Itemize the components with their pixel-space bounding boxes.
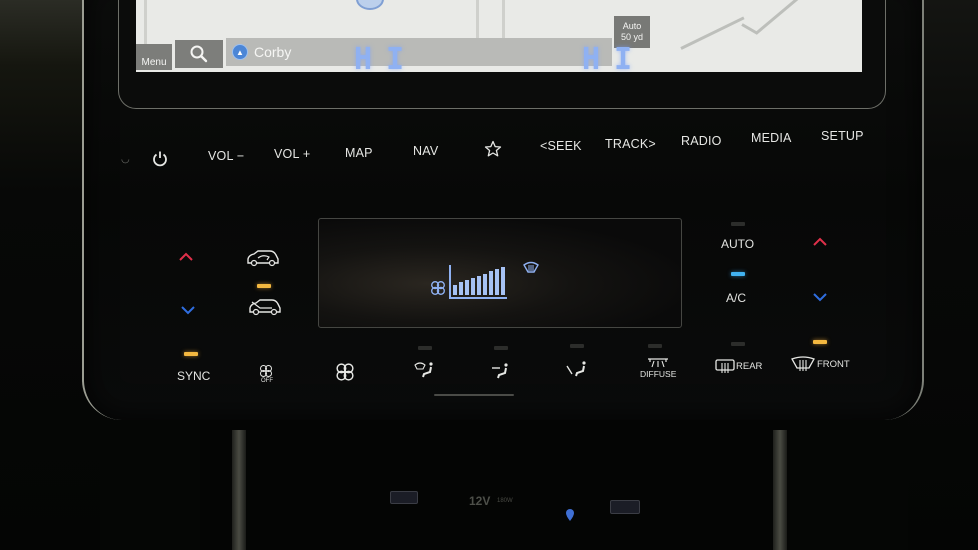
chevron-down-icon [813, 293, 827, 302]
fan-speed-segment [495, 269, 499, 295]
vol-up-button[interactable]: VOL + [274, 147, 310, 161]
fan-speed-segment [471, 278, 475, 295]
auto-indicator [731, 222, 745, 226]
seek-back-button[interactable]: <SEEK [540, 139, 582, 153]
fan-speed-icon [431, 281, 445, 295]
diffuse-label: DIFFUSE [640, 369, 677, 379]
nav-button[interactable]: NAV [413, 144, 438, 158]
diffuse-button[interactable]: DIFFUSE [640, 357, 676, 379]
sync-indicator [184, 352, 198, 356]
lower-console [200, 420, 790, 550]
radio-button[interactable]: RADIO [681, 134, 722, 148]
destination-name: Corby [254, 44, 292, 60]
driver-temp-up-button[interactable] [178, 252, 194, 262]
usb-c-port[interactable] [610, 500, 640, 514]
media-button[interactable]: MEDIA [751, 131, 792, 145]
search-button[interactable] [175, 40, 223, 68]
passenger-temp-up-button[interactable] [812, 237, 828, 247]
mode-indicator [494, 346, 508, 350]
menu-button[interactable]: Menu [136, 44, 172, 70]
power-icon [153, 151, 167, 167]
driver-temp-readout: HI [354, 42, 419, 77]
usb-port[interactable] [390, 491, 418, 504]
wireless-charging-icon [566, 509, 574, 521]
diffuse-indicator [648, 344, 662, 348]
map-route [680, 16, 745, 50]
mode-indicator [418, 346, 432, 350]
ambient-light-sensor-icon: ◡ [121, 154, 130, 165]
track-forward-button[interactable]: TRACK> [605, 137, 656, 151]
console-pillar [773, 430, 787, 550]
fan-speed-segment [465, 280, 469, 295]
fan-speed-segment [459, 282, 463, 295]
rear-defrost-button[interactable]: REAR [715, 358, 762, 374]
map-button[interactable]: MAP [345, 146, 373, 160]
ac-button[interactable]: A/C [726, 291, 746, 305]
windshield-floor-mode-button[interactable] [414, 361, 436, 379]
rear-defrost-icon [715, 359, 735, 373]
recirculation-indicator [257, 284, 271, 288]
chevron-up-icon [813, 237, 827, 246]
fan-speed-button[interactable] [335, 362, 355, 382]
passenger-temp-down-button[interactable] [812, 292, 828, 302]
recirculation-button[interactable] [246, 249, 280, 267]
face-vent-icon [492, 363, 508, 379]
chevron-up-icon [179, 252, 193, 261]
front-defrost-icon [791, 356, 815, 371]
sync-button[interactable]: SYNC [177, 369, 210, 383]
fresh-air-button[interactable] [248, 298, 282, 316]
power-outlet-label: 12V [469, 494, 491, 508]
map-road [144, 0, 147, 45]
rear-defrost-indicator [731, 342, 745, 346]
front-defrost-button[interactable]: FRONT [790, 356, 850, 372]
map-position-marker [356, 0, 384, 10]
fan-speed-segment [453, 284, 457, 295]
power-rating-label: 180W [497, 498, 513, 504]
setup-button[interactable]: SETUP [821, 129, 864, 143]
face-mode-button[interactable] [491, 362, 511, 380]
favorite-button[interactable] [484, 140, 502, 158]
map-route [755, 0, 803, 35]
windshield-floor-vent-icon [414, 362, 433, 378]
auto-button[interactable]: AUTO [721, 237, 754, 251]
chevron-down-icon [181, 306, 195, 315]
front-defrost-indicator [813, 340, 827, 344]
fresh-air-icon [249, 299, 281, 316]
passenger-temp-readout: HI [582, 42, 647, 77]
rear-defrost-label: REAR [736, 360, 763, 372]
fan-speed-segment [477, 275, 481, 295]
console-pillar [232, 430, 246, 550]
menu-label: Menu [141, 57, 167, 68]
fan-speed-segment [489, 271, 493, 295]
front-defrost-label: FRONT [817, 358, 850, 370]
destination-bar[interactable]: ▲ Corby [226, 38, 612, 66]
fan-off-label: OFF [261, 378, 273, 384]
fan-speed-segment [483, 273, 487, 295]
mode-indicator [570, 344, 584, 348]
scale-mode: Auto [622, 21, 642, 31]
fan-off-button[interactable]: OFF [259, 364, 273, 384]
driver-temp-down-button[interactable] [180, 305, 196, 315]
vol-down-button[interactable]: VOL − [208, 149, 244, 163]
star-icon [484, 140, 502, 157]
infotainment-screen[interactable]: Menu ▲ Corby Auto 50 yd [136, 0, 862, 72]
ac-indicator [731, 272, 745, 276]
fan-speed-segment [501, 267, 505, 295]
fan-icon [336, 363, 354, 381]
trim-highlight [434, 394, 514, 396]
navigation-arrow-icon: ▲ [232, 44, 248, 60]
search-icon [190, 45, 208, 63]
fan-icon [260, 365, 272, 377]
floor-vent-icon [566, 361, 586, 377]
fan-speed-bar [449, 265, 507, 299]
floor-mode-button[interactable] [566, 360, 588, 378]
recirculation-icon [247, 250, 279, 267]
diffuse-vent-icon [648, 358, 669, 368]
front-defrost-display-icon [523, 261, 539, 273]
power-button[interactable] [152, 150, 168, 167]
